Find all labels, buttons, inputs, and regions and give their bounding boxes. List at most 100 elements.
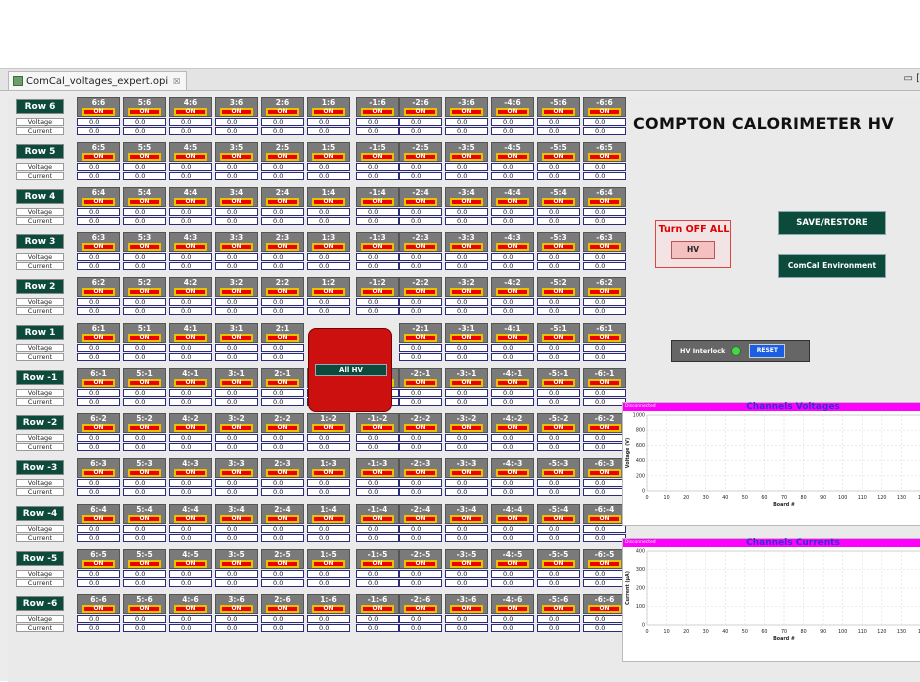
channel-on-button[interactable]: ON bbox=[404, 605, 437, 613]
channel-on-button[interactable]: ON bbox=[588, 153, 621, 161]
channel-on-button[interactable]: ON bbox=[496, 334, 529, 342]
channel-on-button[interactable]: ON bbox=[542, 108, 575, 116]
channel-on-button[interactable]: ON bbox=[312, 469, 345, 477]
channel-on-button[interactable]: ON bbox=[82, 153, 115, 161]
channel-on-button[interactable]: ON bbox=[220, 515, 253, 523]
channel-on-button[interactable]: ON bbox=[361, 424, 394, 432]
channel-on-button[interactable]: ON bbox=[174, 334, 207, 342]
channel-on-button[interactable]: ON bbox=[496, 288, 529, 296]
channel-on-button[interactable]: ON bbox=[128, 560, 161, 568]
channel-on-button[interactable]: ON bbox=[404, 379, 437, 387]
channel-on-button[interactable]: ON bbox=[588, 108, 621, 116]
channel-on-button[interactable]: ON bbox=[542, 334, 575, 342]
channel-on-button[interactable]: ON bbox=[174, 198, 207, 206]
channel-on-button[interactable]: ON bbox=[450, 198, 483, 206]
channel-on-button[interactable]: ON bbox=[266, 560, 299, 568]
channel-on-button[interactable]: ON bbox=[312, 560, 345, 568]
channel-on-button[interactable]: ON bbox=[266, 605, 299, 613]
channel-on-button[interactable]: ON bbox=[220, 108, 253, 116]
channel-on-button[interactable]: ON bbox=[588, 379, 621, 387]
channel-on-button[interactable]: ON bbox=[588, 334, 621, 342]
channel-on-button[interactable]: ON bbox=[361, 198, 394, 206]
channel-on-button[interactable]: ON bbox=[220, 379, 253, 387]
channel-on-button[interactable]: ON bbox=[404, 243, 437, 251]
channel-on-button[interactable]: ON bbox=[404, 560, 437, 568]
turn-off-hv-button[interactable]: HV bbox=[671, 241, 715, 259]
channel-on-button[interactable]: ON bbox=[128, 288, 161, 296]
channel-on-button[interactable]: ON bbox=[174, 379, 207, 387]
channel-on-button[interactable]: ON bbox=[82, 605, 115, 613]
channel-on-button[interactable]: ON bbox=[588, 515, 621, 523]
channel-on-button[interactable]: ON bbox=[404, 198, 437, 206]
channel-on-button[interactable]: ON bbox=[174, 288, 207, 296]
channel-on-button[interactable]: ON bbox=[588, 605, 621, 613]
channel-on-button[interactable]: ON bbox=[82, 334, 115, 342]
channel-on-button[interactable]: ON bbox=[450, 469, 483, 477]
channel-on-button[interactable]: ON bbox=[266, 108, 299, 116]
channel-on-button[interactable]: ON bbox=[361, 515, 394, 523]
channel-on-button[interactable]: ON bbox=[128, 379, 161, 387]
channel-on-button[interactable]: ON bbox=[361, 108, 394, 116]
channel-on-button[interactable]: ON bbox=[82, 560, 115, 568]
channel-on-button[interactable]: ON bbox=[312, 108, 345, 116]
channel-on-button[interactable]: ON bbox=[588, 288, 621, 296]
channel-on-button[interactable]: ON bbox=[450, 334, 483, 342]
channel-on-button[interactable]: ON bbox=[266, 243, 299, 251]
channel-on-button[interactable]: ON bbox=[404, 153, 437, 161]
channel-on-button[interactable]: ON bbox=[361, 605, 394, 613]
channel-on-button[interactable]: ON bbox=[588, 198, 621, 206]
channel-on-button[interactable]: ON bbox=[542, 198, 575, 206]
channel-on-button[interactable]: ON bbox=[174, 469, 207, 477]
channel-on-button[interactable]: ON bbox=[220, 243, 253, 251]
channel-on-button[interactable]: ON bbox=[542, 605, 575, 613]
channel-on-button[interactable]: ON bbox=[496, 379, 529, 387]
channel-on-button[interactable]: ON bbox=[128, 334, 161, 342]
channel-on-button[interactable]: ON bbox=[82, 288, 115, 296]
channel-on-button[interactable]: ON bbox=[266, 515, 299, 523]
channel-on-button[interactable]: ON bbox=[404, 424, 437, 432]
channel-on-button[interactable]: ON bbox=[450, 288, 483, 296]
channel-on-button[interactable]: ON bbox=[542, 469, 575, 477]
channel-on-button[interactable]: ON bbox=[266, 334, 299, 342]
channel-on-button[interactable]: ON bbox=[496, 243, 529, 251]
channel-on-button[interactable]: ON bbox=[450, 108, 483, 116]
channel-on-button[interactable]: ON bbox=[266, 198, 299, 206]
channel-on-button[interactable]: ON bbox=[542, 424, 575, 432]
channel-on-button[interactable]: ON bbox=[174, 424, 207, 432]
channel-on-button[interactable]: ON bbox=[128, 153, 161, 161]
channel-on-button[interactable]: ON bbox=[542, 379, 575, 387]
channel-on-button[interactable]: ON bbox=[404, 469, 437, 477]
channel-on-button[interactable]: ON bbox=[220, 198, 253, 206]
channel-on-button[interactable]: ON bbox=[128, 424, 161, 432]
channel-on-button[interactable]: ON bbox=[588, 469, 621, 477]
channel-on-button[interactable]: ON bbox=[312, 424, 345, 432]
channel-on-button[interactable]: ON bbox=[312, 515, 345, 523]
channel-on-button[interactable]: ON bbox=[128, 515, 161, 523]
channel-on-button[interactable]: ON bbox=[128, 108, 161, 116]
channel-on-button[interactable]: ON bbox=[220, 469, 253, 477]
channel-on-button[interactable]: ON bbox=[128, 198, 161, 206]
channel-on-button[interactable]: ON bbox=[82, 108, 115, 116]
channel-on-button[interactable]: ON bbox=[361, 153, 394, 161]
channel-on-button[interactable]: ON bbox=[266, 424, 299, 432]
channel-on-button[interactable]: ON bbox=[496, 560, 529, 568]
channel-on-button[interactable]: ON bbox=[450, 424, 483, 432]
channel-on-button[interactable]: ON bbox=[496, 108, 529, 116]
channel-on-button[interactable]: ON bbox=[82, 424, 115, 432]
channel-on-button[interactable]: ON bbox=[312, 288, 345, 296]
channel-on-button[interactable]: ON bbox=[128, 469, 161, 477]
channel-on-button[interactable]: ON bbox=[450, 243, 483, 251]
close-icon[interactable]: ☒ bbox=[173, 77, 180, 86]
channel-on-button[interactable]: ON bbox=[542, 560, 575, 568]
channel-on-button[interactable]: ON bbox=[496, 469, 529, 477]
channel-on-button[interactable]: ON bbox=[450, 379, 483, 387]
channel-on-button[interactable]: ON bbox=[82, 198, 115, 206]
channel-on-button[interactable]: ON bbox=[312, 243, 345, 251]
tab-comcal-voltages[interactable]: ComCal_voltages_expert.opi ☒ bbox=[8, 71, 188, 90]
channel-on-button[interactable]: ON bbox=[404, 334, 437, 342]
channel-on-button[interactable]: ON bbox=[174, 243, 207, 251]
channel-on-button[interactable]: ON bbox=[220, 153, 253, 161]
channel-on-button[interactable]: ON bbox=[312, 153, 345, 161]
channel-on-button[interactable]: ON bbox=[174, 108, 207, 116]
channel-on-button[interactable]: ON bbox=[174, 153, 207, 161]
